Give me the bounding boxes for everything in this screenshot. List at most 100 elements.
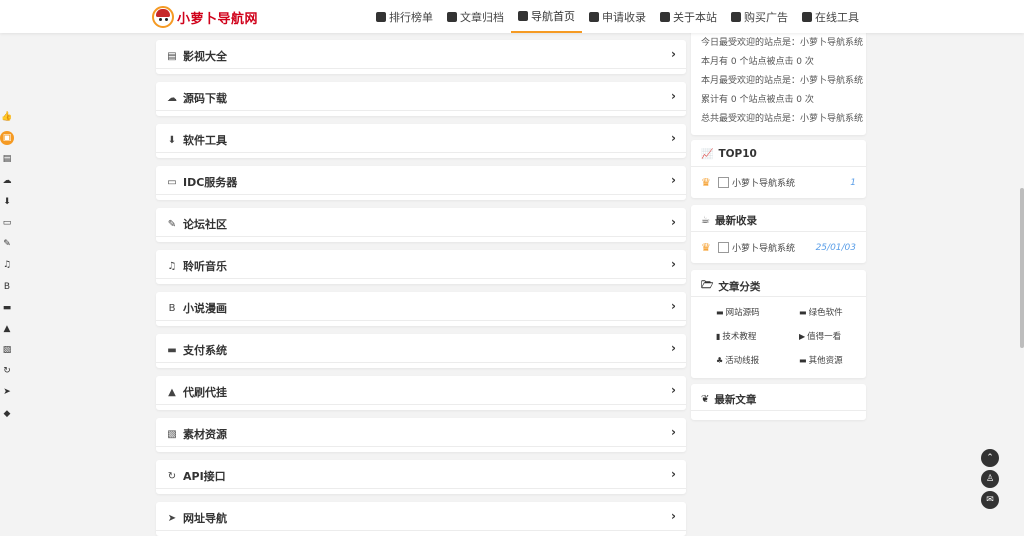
top10-item[interactable]: ♛ 小萝卜导航系统 1 <box>701 176 856 189</box>
top10-site-name[interactable]: 小萝卜导航系统 <box>732 176 795 189</box>
chevron-right-icon[interactable]: › <box>671 257 676 271</box>
article-category-label[interactable]: 网站源码 <box>726 308 760 318</box>
send-icon[interactable]: ➤ <box>0 385 14 399</box>
category-title[interactable]: 论坛社区 <box>183 216 227 232</box>
category-card[interactable]: ⬇ 软件工具 › <box>156 124 686 158</box>
category-card[interactable]: ☁ 源码下载 › <box>156 82 686 116</box>
category-card[interactable]: ▧ 素材资源 › <box>156 418 686 452</box>
category-card[interactable]: ✎ 论坛社区 › <box>156 208 686 242</box>
category-title[interactable]: API接口 <box>183 468 226 484</box>
category-header[interactable]: B 小说漫画 <box>166 300 227 316</box>
category-header[interactable]: ▭ IDC服务器 <box>166 174 237 190</box>
article-category-link[interactable]: ♣ 活动线报 <box>716 354 759 366</box>
category-card[interactable]: ▬ 支付系统 › <box>156 334 686 368</box>
category-header[interactable]: ♫ 聆听音乐 <box>166 258 227 274</box>
article-category-label[interactable]: 其他资源 <box>809 356 843 366</box>
nav-item-label[interactable]: 导航首页 <box>531 8 575 24</box>
site-logo[interactable]: 小萝卜导航网 <box>152 6 258 28</box>
article-category-link[interactable]: ▶ 值得一看 <box>799 330 841 342</box>
book-icon[interactable]: ▣ <box>0 131 14 146</box>
category-header[interactable]: ▲ 代刷代挂 <box>166 384 227 400</box>
nav-item[interactable]: 排行榜单 <box>369 0 440 33</box>
chevron-right-icon[interactable]: › <box>671 467 676 481</box>
category-header[interactable]: ▬ 支付系统 <box>166 342 227 358</box>
category-card[interactable]: ▲ 代刷代挂 › <box>156 376 686 410</box>
nav-item-label[interactable]: 排行榜单 <box>389 9 433 25</box>
qq-icon[interactable]: ♙ <box>981 470 999 488</box>
category-title[interactable]: 支付系统 <box>183 342 227 358</box>
nav-item-label[interactable]: 关于本站 <box>673 9 717 25</box>
chevron-right-icon[interactable]: › <box>671 215 676 229</box>
chevron-right-icon[interactable]: › <box>671 299 676 313</box>
category-title[interactable]: 小说漫画 <box>183 300 227 316</box>
category-title[interactable]: 源码下载 <box>183 90 227 106</box>
download-icon[interactable]: ⬇ <box>0 195 14 209</box>
edit-icon: ✎ <box>167 218 177 230</box>
category-card[interactable]: ▤ 影视大全 › <box>156 40 686 74</box>
category-header[interactable]: ▤ 影视大全 <box>166 48 227 64</box>
page-scrollbar[interactable] <box>1020 0 1024 536</box>
film-icon[interactable]: ▤ <box>0 152 14 166</box>
payment-icon[interactable]: ▬ <box>0 301 14 315</box>
novel-icon[interactable]: B <box>0 280 14 294</box>
category-title[interactable]: 影视大全 <box>183 48 227 64</box>
category-title[interactable]: 聆听音乐 <box>183 258 227 274</box>
nav-item-label[interactable]: 购买广告 <box>744 9 788 25</box>
nav-item[interactable]: 关于本站 <box>653 0 724 33</box>
nav-item-label[interactable]: 在线工具 <box>815 9 859 25</box>
monitor-icon[interactable]: ▭ <box>0 216 14 230</box>
refresh-icon[interactable]: ↻ <box>0 364 14 378</box>
chevron-right-icon[interactable]: › <box>671 131 676 145</box>
article-category-link[interactable]: ▬ 网站源码 <box>716 306 760 318</box>
latest-item[interactable]: ♛ 小萝卜导航系统 25/01/03 <box>701 241 856 254</box>
category-title[interactable]: 代刷代挂 <box>183 384 227 400</box>
edit-icon[interactable]: ✎ <box>0 237 14 251</box>
chevron-right-icon[interactable]: › <box>671 173 676 187</box>
article-category-label[interactable]: 绿色软件 <box>809 308 843 318</box>
category-header[interactable]: ▧ 素材资源 <box>166 426 227 442</box>
nav-item-label[interactable]: 申请收录 <box>602 9 646 25</box>
nav-item[interactable]: 申请收录 <box>582 0 653 33</box>
leaf-icon[interactable]: ◆ <box>0 407 14 421</box>
latest-site-name[interactable]: 小萝卜导航系统 <box>732 241 795 254</box>
scrollbar-thumb[interactable] <box>1020 188 1024 348</box>
category-header[interactable]: ⬇ 软件工具 <box>166 132 227 148</box>
category-header[interactable]: ☁ 源码下载 <box>166 90 227 106</box>
article-category-link[interactable]: ▬ 绿色软件 <box>799 306 843 318</box>
article-category-label[interactable]: 活动线报 <box>725 356 759 366</box>
cloud-download-icon[interactable]: ☁ <box>0 174 14 188</box>
category-header[interactable]: ↻ API接口 <box>166 468 226 484</box>
category-card[interactable]: ↻ API接口 › <box>156 460 686 494</box>
category-header[interactable]: ✎ 论坛社区 <box>166 216 227 232</box>
chevron-right-icon[interactable]: › <box>671 341 676 355</box>
chevron-right-icon[interactable]: › <box>671 425 676 439</box>
nav-item[interactable]: 导航首页 <box>511 0 582 33</box>
article-category-label[interactable]: 值得一看 <box>807 332 841 342</box>
category-title[interactable]: 软件工具 <box>183 132 227 148</box>
category-card[interactable]: ➤ 网址导航 › <box>156 502 686 536</box>
music-icon[interactable]: ♫ <box>0 258 14 272</box>
category-card[interactable]: ▭ IDC服务器 › <box>156 166 686 200</box>
category-title[interactable]: IDC服务器 <box>183 174 237 190</box>
category-card[interactable]: B 小说漫画 › <box>156 292 686 326</box>
image-icon[interactable]: ▧ <box>0 343 14 357</box>
chevron-right-icon[interactable]: › <box>671 89 676 103</box>
article-category-label[interactable]: 技术教程 <box>722 332 756 342</box>
bag-icon[interactable]: ▲ <box>0 322 14 336</box>
article-category-link[interactable]: ▬ 其他资源 <box>799 354 843 366</box>
mail-icon[interactable]: ✉ <box>981 491 999 509</box>
article-category-link[interactable]: ▮ 技术教程 <box>716 330 756 342</box>
nav-item[interactable]: 购买广告 <box>724 0 795 33</box>
arrow-up-icon[interactable]: ⌃ <box>981 449 999 467</box>
chevron-right-icon[interactable]: › <box>671 509 676 523</box>
category-title[interactable]: 素材资源 <box>183 426 227 442</box>
chevron-right-icon[interactable]: › <box>671 47 676 61</box>
nav-item-label[interactable]: 文章归档 <box>460 9 504 25</box>
nav-item[interactable]: 在线工具 <box>795 0 866 33</box>
category-card[interactable]: ♫ 聆听音乐 › <box>156 250 686 284</box>
thumbs-up-icon[interactable]: 👍 <box>0 110 14 124</box>
nav-item[interactable]: 文章归档 <box>440 0 511 33</box>
chevron-right-icon[interactable]: › <box>671 383 676 397</box>
category-title[interactable]: 网址导航 <box>183 510 227 526</box>
category-header[interactable]: ➤ 网址导航 <box>166 510 227 526</box>
